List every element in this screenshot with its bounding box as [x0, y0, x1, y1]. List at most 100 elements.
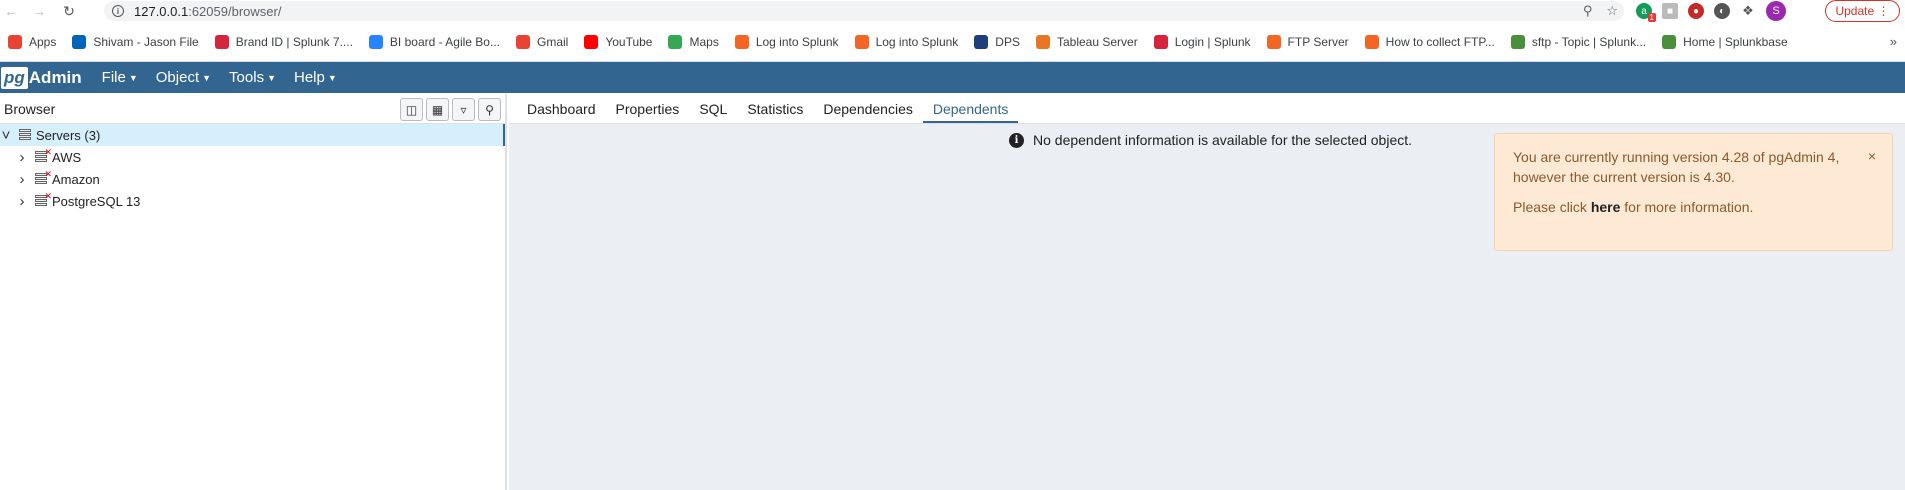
key-icon[interactable]: ⚲ — [1583, 3, 1593, 19]
extension-gray-icon[interactable]: ■ — [1662, 3, 1678, 19]
tree-node-server[interactable]: › ✕ PostgreSQL 13 — [0, 190, 505, 212]
bookmark-item[interactable]: Log into Splunk — [734, 34, 839, 49]
bookmark-item[interactable]: Tableau Server — [1035, 34, 1138, 49]
alert-here-link[interactable]: here — [1591, 199, 1621, 215]
alert-line1: You are currently running version 4.28 o… — [1513, 149, 1840, 165]
empty-message-text: No dependent information is available fo… — [1033, 132, 1413, 148]
bookmarks-overflow-icon[interactable]: » — [1890, 34, 1897, 49]
update-button[interactable]: Update ⋮ — [1825, 0, 1900, 22]
tab-sql[interactable]: SQL — [689, 101, 737, 123]
bookmark-label: Gmail — [536, 34, 569, 49]
browser-pane: Browser ◫ ▦ ▿ ⚲ ˅ Servers (3) › ✕ AWS › ✕ Amazo… — [0, 94, 507, 490]
address-bar[interactable]: i 127.0.0.1:62059/browser/ ⚲ ☆ — [104, 1, 1624, 21]
bookmark-item[interactable]: Shivam - Jason File — [72, 34, 199, 49]
tree-node-label: PostgreSQL 13 — [52, 193, 141, 209]
tab-dashboard[interactable]: Dashboard — [517, 101, 606, 123]
bookmark-item[interactable]: YouTube — [584, 34, 652, 49]
apps-grid-icon — [8, 34, 22, 49]
extension-badge: 1 — [1647, 13, 1656, 22]
bookmark-item[interactable]: How to collect FTP... — [1364, 34, 1495, 49]
site-info-icon[interactable]: i — [112, 5, 124, 17]
chevron-right-icon[interactable]: › — [16, 171, 28, 188]
bookmark-item[interactable]: sftp - Topic | Splunk... — [1510, 34, 1646, 49]
gmail-icon — [515, 34, 530, 49]
tree-node-servers[interactable]: ˅ Servers (3) — [0, 124, 505, 146]
chevron-down-icon[interactable]: ˅ — [0, 127, 12, 144]
extension-red-icon[interactable]: ● — [1688, 3, 1704, 19]
close-icon[interactable]: × — [1868, 146, 1876, 166]
url-path: :62059/browser/ — [188, 3, 282, 19]
view-data-icon[interactable]: ▦ — [426, 98, 449, 121]
maps-pin-icon — [668, 34, 683, 49]
browser-toolbar: ← → ↻ i 127.0.0.1:62059/browser/ ⚲ ☆ a1 … — [0, 0, 1905, 22]
filter-rows-icon[interactable]: ▿ — [452, 98, 475, 121]
logo-admin: Admin — [28, 67, 82, 87]
browser-pane-header: Browser ◫ ▦ ▿ ⚲ — [0, 94, 505, 124]
extensions-puzzle-icon[interactable]: ❖ — [1740, 3, 1756, 19]
chevron-down-icon: ▼ — [128, 72, 138, 83]
bookmark-item[interactable]: Apps — [8, 34, 57, 49]
star-icon[interactable]: ☆ — [1606, 3, 1618, 19]
bookmarks-bar: Apps Shivam - Jason File Brand ID | Splunk… — [0, 22, 1905, 62]
search-icon[interactable]: ⚲ — [478, 98, 501, 121]
tab-statistics[interactable]: Statistics — [737, 101, 813, 123]
bookmark-label: FTP Server — [1287, 34, 1349, 49]
tableau-icon — [1035, 34, 1050, 49]
alert-post-text: for more information. — [1620, 199, 1754, 215]
bookmark-item[interactable]: Log into Splunk — [854, 34, 958, 49]
bookmark-item[interactable]: Login | Splunk — [1153, 34, 1251, 49]
chevron-right-icon[interactable]: › — [16, 193, 28, 210]
bookmark-item[interactable]: FTP Server — [1266, 34, 1349, 49]
menu-file-label: File — [101, 69, 126, 86]
back-arrow-icon[interactable]: ← — [0, 0, 22, 22]
menu-tools-label: Tools — [229, 69, 265, 86]
bookmark-item[interactable]: Brand ID | Splunk 7.... — [214, 34, 353, 49]
menu-file[interactable]: File ▼ — [102, 69, 138, 86]
extension-grammarly-icon[interactable]: a1 — [1636, 3, 1656, 22]
splunk-orange-icon — [734, 34, 749, 49]
server-disconnected-icon: ✕ — [34, 191, 52, 208]
tree-node-server[interactable]: › ✕ Amazon — [0, 168, 505, 190]
alert-line2: however the current version is 4.30. — [1513, 169, 1735, 185]
bookmark-item[interactable]: BI board - Agile Bo... — [368, 34, 500, 49]
bookmark-item[interactable]: Home | Splunkbase — [1662, 34, 1788, 49]
tab-dependents[interactable]: Dependents — [922, 101, 1019, 123]
bookmark-item[interactable]: DPS — [974, 34, 1020, 49]
menu-tools[interactable]: Tools ▼ — [229, 69, 276, 86]
bookmark-item[interactable]: Maps — [668, 34, 719, 49]
menu-object-label: Object — [155, 69, 200, 86]
menu-help[interactable]: Help ▼ — [294, 69, 337, 86]
jira-diamond-icon — [368, 34, 383, 49]
bookmark-item[interactable]: Gmail — [515, 34, 569, 49]
server-disconnected-icon: ✕ — [34, 169, 52, 186]
pgadmin-navbar: pg Admin File ▼ Object ▼ Tools ▼ Help ▼ — [0, 62, 1905, 93]
update-label: Update — [1835, 4, 1875, 18]
tab-dependencies[interactable]: Dependencies — [813, 101, 923, 123]
profile-avatar[interactable]: S — [1766, 1, 1786, 21]
chevron-down-icon: ▼ — [267, 72, 276, 83]
tree-node-label: AWS — [52, 149, 82, 165]
menu-object[interactable]: Object ▼ — [156, 69, 211, 86]
splunk-orange-icon — [1266, 34, 1281, 49]
dps-icon — [974, 34, 989, 49]
extension-dark-icon[interactable]: ◐ — [1714, 3, 1730, 19]
tree-node-server[interactable]: › ✕ AWS — [0, 146, 505, 168]
splunk-orange-icon — [1364, 34, 1379, 49]
chevron-down-icon: ▼ — [327, 72, 337, 83]
query-tool-icon[interactable]: ◫ — [400, 98, 423, 121]
bookmark-label: Apps — [29, 34, 57, 49]
bookmark-label: Maps — [689, 34, 719, 49]
version-alert: × You are currently running version 4.28… — [1494, 133, 1893, 251]
info-icon: i — [1009, 132, 1024, 148]
splunkbase-icon — [1662, 34, 1677, 49]
tab-properties[interactable]: Properties — [606, 101, 690, 123]
pgadmin-logo[interactable]: pg Admin — [1, 66, 82, 89]
url-host: 127.0.0.1 — [134, 3, 189, 19]
youtube-icon — [584, 34, 599, 49]
forward-arrow-icon[interactable]: → — [28, 0, 50, 22]
bookmark-label: DPS — [995, 34, 1020, 49]
bookmark-label: Log into Splunk — [755, 34, 839, 49]
chevron-right-icon[interactable]: › — [16, 149, 28, 166]
tree-node-label: Amazon — [52, 171, 100, 187]
reload-icon[interactable]: ↻ — [58, 0, 80, 22]
